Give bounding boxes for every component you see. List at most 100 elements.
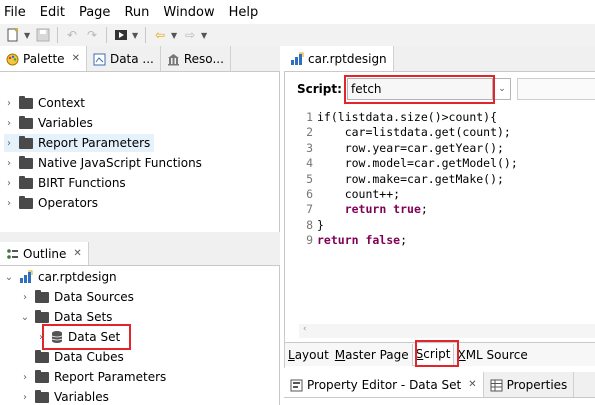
chevron-right-icon[interactable]: › <box>20 292 30 303</box>
toolbar-separator <box>106 27 107 43</box>
property-panel <box>284 398 595 405</box>
close-icon[interactable]: ✕ <box>468 379 476 390</box>
code-line: 4 row.model=car.getModel(); <box>299 156 595 171</box>
chevron-right-icon[interactable]: › <box>36 332 46 343</box>
forward-icon[interactable]: ⇨ <box>181 26 199 44</box>
palette-item-variables[interactable]: › Variables <box>4 114 93 132</box>
chevron-down-icon[interactable]: ⌄ <box>4 272 14 283</box>
line-number: 2 <box>306 125 313 140</box>
close-icon[interactable]: ✕ <box>73 248 81 259</box>
mnemonic: M <box>334 347 346 362</box>
code-text: } <box>317 217 324 232</box>
script-label: Script: <box>297 82 342 96</box>
outline-item-label: Variables <box>54 390 109 404</box>
close-icon[interactable]: ✕ <box>72 53 80 64</box>
code-text: row.make=car.getMake(); <box>317 171 504 186</box>
property-view-tabs: Property Editor - Data Set ✕ Properties <box>284 372 595 398</box>
tab-layout[interactable]: Layout <box>285 344 332 366</box>
script-event-select[interactable]: fetch <box>347 78 493 100</box>
menu-window[interactable]: Window <box>163 5 214 20</box>
database-icon <box>51 330 63 345</box>
tab-palette[interactable]: Palette ✕ <box>0 46 87 71</box>
tab-master-page[interactable]: Master Page <box>332 344 412 366</box>
code-line: 9 return false; <box>299 233 595 248</box>
mnemonic: S <box>415 347 424 361</box>
tab-xml-source[interactable]: X ML Source <box>454 344 530 366</box>
outline-icon <box>6 247 19 261</box>
menu-help[interactable]: Help <box>229 5 259 20</box>
palette-item-context[interactable]: › Context <box>4 94 85 112</box>
outline-data-sources[interactable]: › Data Sources <box>20 288 134 306</box>
chevron-right-icon[interactable]: › <box>20 392 30 403</box>
folder-icon <box>35 289 49 303</box>
menu-page[interactable]: Page <box>79 5 110 20</box>
outline-item-label: Data Sets <box>54 310 113 324</box>
tab-property-editor[interactable]: Property Editor - Data Set ✕ <box>284 372 484 397</box>
tab-car-rptdesign[interactable]: car.rptdesign <box>284 46 394 71</box>
undo-icon[interactable]: ↶ <box>63 26 81 44</box>
palette-item-operators[interactable]: › Operators <box>4 194 98 212</box>
outline-report-parameters[interactable]: › Report Parameters <box>20 368 166 386</box>
chevron-right-icon[interactable]: › <box>4 118 14 129</box>
folder-icon <box>19 175 33 189</box>
menu-file[interactable]: File <box>4 5 26 20</box>
property-editor-icon <box>290 378 303 392</box>
code-line: 3 row.year=car.getYear(); <box>299 141 595 156</box>
folder-icon <box>19 135 33 149</box>
chevron-right-icon[interactable]: › <box>4 178 14 189</box>
chevron-right-icon[interactable]: › <box>4 98 14 109</box>
tab-properties[interactable]: Properties <box>484 372 575 397</box>
run-icon[interactable] <box>112 26 130 44</box>
chevron-down-icon[interactable]: ⌄ <box>493 78 511 100</box>
mnemonic: X <box>457 347 466 362</box>
outline-data-set[interactable]: › Data Set <box>36 328 120 346</box>
chevron-right-icon[interactable]: › <box>4 158 14 169</box>
folder-icon <box>35 309 49 323</box>
code-text: car=listdata.get(count); <box>317 125 511 140</box>
outline-variables[interactable]: › Variables <box>20 388 109 405</box>
scroll-left-icon[interactable]: ‹ <box>303 324 307 334</box>
menu-run[interactable]: Run <box>124 5 149 20</box>
run-dropdown-icon[interactable]: ▼ <box>132 31 140 40</box>
secondary-select[interactable] <box>517 78 595 100</box>
forward-dropdown-icon[interactable]: ▼ <box>201 31 209 40</box>
chevron-right-icon[interactable]: › <box>4 138 14 149</box>
back-icon[interactable]: ⇦ <box>151 26 169 44</box>
chevron-down-icon[interactable]: ⌄ <box>20 312 30 323</box>
palette-item-birt-functions[interactable]: › BIRT Functions <box>4 174 126 192</box>
chevron-right-icon[interactable]: › <box>4 198 14 209</box>
code-line: 6 count++; <box>299 187 595 202</box>
tab-resource-explorer-label: Reso... <box>183 51 224 66</box>
outline-root[interactable]: ⌄ car.rptdesign <box>4 268 117 286</box>
chevron-right-icon[interactable]: › <box>20 372 30 383</box>
script-event-value: fetch <box>351 82 382 96</box>
panel-divider[interactable] <box>0 232 280 242</box>
line-number: 9 <box>306 233 313 248</box>
palette-item-report-parameters[interactable]: › Report Parameters <box>4 134 155 152</box>
outline-data-cubes[interactable]: › Data Cubes <box>20 348 124 366</box>
new-icon[interactable] <box>4 26 22 44</box>
code-editor[interactable]: 1 if(listdata.size()>count){ 2 car=listdat… <box>299 110 595 249</box>
back-dropdown-icon[interactable]: ▼ <box>171 31 179 40</box>
outline-data-sets[interactable]: ⌄ Data Sets <box>20 308 112 326</box>
line-number: 8 <box>306 217 313 232</box>
code-keyword: return false <box>317 233 401 248</box>
redo-icon[interactable]: ↷ <box>83 26 101 44</box>
tab-resource-explorer[interactable]: Reso... <box>161 46 231 71</box>
folder-icon <box>19 195 33 209</box>
save-icon[interactable] <box>34 26 52 44</box>
code-line: 1 if(listdata.size()>count){ <box>299 110 595 125</box>
outline-root-label: car.rptdesign <box>38 270 117 284</box>
code-text: if(listdata.size()>count){ <box>317 110 498 124</box>
tab-data-explorer[interactable]: Data ... <box>87 46 161 71</box>
line-number: 1 <box>306 110 313 124</box>
palette-item-native-js-functions[interactable]: › Native JavaScript Functions <box>4 154 202 172</box>
new-dropdown-icon[interactable]: ▼ <box>24 31 32 40</box>
tab-script[interactable]: Script <box>411 343 455 366</box>
horizontal-scrollbar[interactable]: ‹ <box>299 324 595 338</box>
code-text: ; <box>420 202 428 217</box>
tab-outline[interactable]: Outline ✕ <box>0 242 89 265</box>
tab-property-editor-label: Property Editor - Data Set <box>307 377 462 392</box>
palette-panel: › Context › Variables › Report Parameter… <box>0 72 280 232</box>
menu-edit[interactable]: Edit <box>40 5 65 20</box>
